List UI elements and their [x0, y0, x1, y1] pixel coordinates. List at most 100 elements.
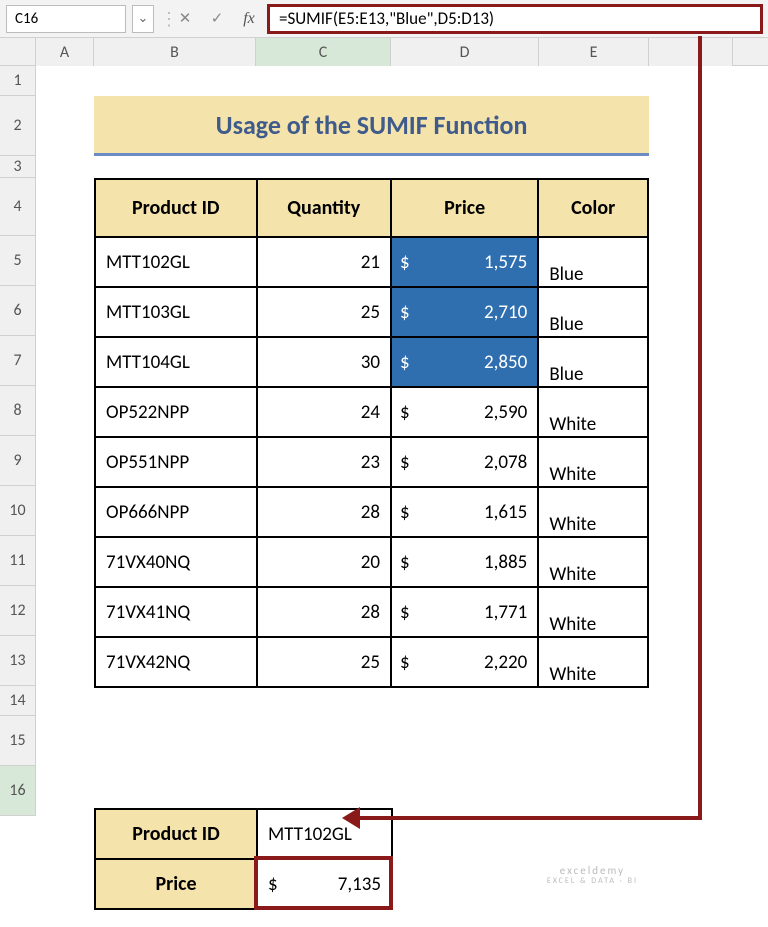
- cell-price[interactable]: $2,710: [391, 287, 538, 337]
- table-row: 71VX40NQ20$1,885White: [95, 537, 648, 587]
- row-headers: 1 2 3 4 5 6 7 8 9 10 11 12 13 14 15 16: [0, 66, 36, 816]
- cell-quantity[interactable]: 28: [257, 487, 391, 537]
- row-header-1[interactable]: 1: [0, 66, 36, 96]
- close-icon: ✕: [179, 9, 192, 28]
- name-box-dropdown[interactable]: ⌄: [132, 5, 154, 33]
- column-header-E[interactable]: E: [539, 38, 649, 66]
- cell-price[interactable]: $2,078: [391, 437, 538, 487]
- cell-quantity[interactable]: 23: [257, 437, 391, 487]
- dollar-sign: $: [400, 351, 410, 374]
- cell-quantity[interactable]: 30: [257, 337, 391, 387]
- column-header-F[interactable]: [649, 38, 733, 66]
- cell-color[interactable]: Blue: [538, 287, 648, 337]
- cell-price[interactable]: $1,885: [391, 537, 538, 587]
- table-row: OP666NPP28$1,615White: [95, 487, 648, 537]
- dollar-sign: $: [400, 601, 410, 624]
- column-header-A[interactable]: A: [36, 38, 94, 66]
- cell-area[interactable]: Usage of the SUMIF Function Product ID Q…: [36, 66, 768, 816]
- price-number: 1,615: [402, 501, 527, 524]
- cell-quantity[interactable]: 21: [257, 237, 391, 287]
- row-header-6[interactable]: 6: [0, 286, 36, 336]
- header-product-id[interactable]: Product ID: [95, 179, 257, 237]
- row-header-12[interactable]: 12: [0, 586, 36, 636]
- header-color[interactable]: Color: [538, 179, 648, 237]
- row-header-5[interactable]: 5: [0, 236, 36, 286]
- formula-input[interactable]: =SUMIF(E5:E13,"Blue",D5:D13): [268, 5, 762, 33]
- row-header-2[interactable]: 2: [0, 96, 36, 156]
- lookup-pid-label[interactable]: Product ID: [95, 809, 257, 859]
- row-header-14[interactable]: 14: [0, 686, 36, 716]
- cell-color[interactable]: White: [538, 437, 648, 487]
- lookup-price-label[interactable]: Price: [95, 859, 257, 909]
- row-header-9[interactable]: 9: [0, 436, 36, 486]
- lookup-price-number: 7,135: [268, 873, 381, 896]
- row-header-15[interactable]: 15: [0, 716, 36, 766]
- row-header-3[interactable]: 3: [0, 156, 36, 178]
- title-merged-cell[interactable]: Usage of the SUMIF Function: [94, 96, 649, 156]
- cell-price[interactable]: $2,850: [391, 337, 538, 387]
- row-header-4[interactable]: 4: [0, 178, 36, 236]
- cell-color[interactable]: White: [538, 637, 648, 687]
- cell-product-id[interactable]: MTT102GL: [95, 237, 257, 287]
- table-row: MTT104GL30$2,850Blue: [95, 337, 648, 387]
- row-header-7[interactable]: 7: [0, 336, 36, 386]
- cell-color[interactable]: White: [538, 587, 648, 637]
- column-headers: A B C D E: [0, 38, 768, 66]
- divider: ⋮: [160, 8, 166, 30]
- row-header-13[interactable]: 13: [0, 636, 36, 686]
- cell-quantity[interactable]: 28: [257, 587, 391, 637]
- cell-price[interactable]: $1,615: [391, 487, 538, 537]
- arrow-annotation-vertical: [698, 36, 702, 818]
- spreadsheet-grid: A B C D E 1 2 3 4 5 6 7 8 9 10 11 12 13 …: [0, 38, 768, 816]
- cell-product-id[interactable]: OP666NPP: [95, 487, 257, 537]
- arrow-head-icon: [342, 807, 360, 829]
- formula-text: =SUMIF(E5:E13,"Blue",D5:D13): [279, 8, 494, 29]
- row-header-8[interactable]: 8: [0, 386, 36, 436]
- cancel-formula-button[interactable]: ✕: [172, 6, 198, 32]
- column-header-D[interactable]: D: [391, 38, 539, 66]
- header-quantity[interactable]: Quantity: [257, 179, 391, 237]
- watermark: exceldemy EXCEL & DATA · BI: [547, 864, 638, 887]
- lookup-price-value[interactable]: $ 7,135: [257, 859, 392, 909]
- insert-function-button[interactable]: fx: [236, 6, 262, 32]
- table-row: OP551NPP23$2,078White: [95, 437, 648, 487]
- name-box[interactable]: C16: [6, 5, 126, 33]
- column-header-B[interactable]: B: [94, 38, 256, 66]
- cell-price[interactable]: $1,771: [391, 587, 538, 637]
- accept-formula-button[interactable]: ✓: [204, 6, 230, 32]
- cell-color[interactable]: White: [538, 537, 648, 587]
- row-header-11[interactable]: 11: [0, 536, 36, 586]
- cell-price[interactable]: $1,575: [391, 237, 538, 287]
- cell-quantity[interactable]: 25: [257, 637, 391, 687]
- cell-color[interactable]: Blue: [538, 237, 648, 287]
- select-all-corner[interactable]: [0, 38, 36, 66]
- cell-product-id[interactable]: OP551NPP: [95, 437, 257, 487]
- table-row: MTT102GL21$1,575Blue: [95, 237, 648, 287]
- cell-product-id[interactable]: MTT104GL: [95, 337, 257, 387]
- cell-product-id[interactable]: 71VX40NQ: [95, 537, 257, 587]
- cell-color[interactable]: White: [538, 487, 648, 537]
- cell-price[interactable]: $2,590: [391, 387, 538, 437]
- dollar-sign: $: [400, 451, 410, 474]
- header-price[interactable]: Price: [391, 179, 538, 237]
- table-row: OP522NPP24$2,590White: [95, 387, 648, 437]
- row-header-16[interactable]: 16: [0, 766, 36, 816]
- dollar-sign: $: [400, 251, 410, 274]
- row-header-10[interactable]: 10: [0, 486, 36, 536]
- cell-quantity[interactable]: 24: [257, 387, 391, 437]
- cell-price[interactable]: $2,220: [391, 637, 538, 687]
- cell-product-id[interactable]: OP522NPP: [95, 387, 257, 437]
- price-number: 1,771: [402, 601, 527, 624]
- cell-product-id[interactable]: MTT103GL: [95, 287, 257, 337]
- cell-quantity[interactable]: 25: [257, 287, 391, 337]
- price-number: 2,850: [402, 351, 527, 374]
- watermark-line2: EXCEL & DATA · BI: [547, 877, 638, 887]
- price-number: 2,710: [402, 301, 527, 324]
- data-table: Product ID Quantity Price Color MTT102GL…: [94, 178, 649, 688]
- cell-product-id[interactable]: 71VX42NQ: [95, 637, 257, 687]
- cell-color[interactable]: White: [538, 387, 648, 437]
- column-header-C[interactable]: C: [256, 38, 391, 66]
- cell-quantity[interactable]: 20: [257, 537, 391, 587]
- cell-product-id[interactable]: 71VX41NQ: [95, 587, 257, 637]
- cell-color[interactable]: Blue: [538, 337, 648, 387]
